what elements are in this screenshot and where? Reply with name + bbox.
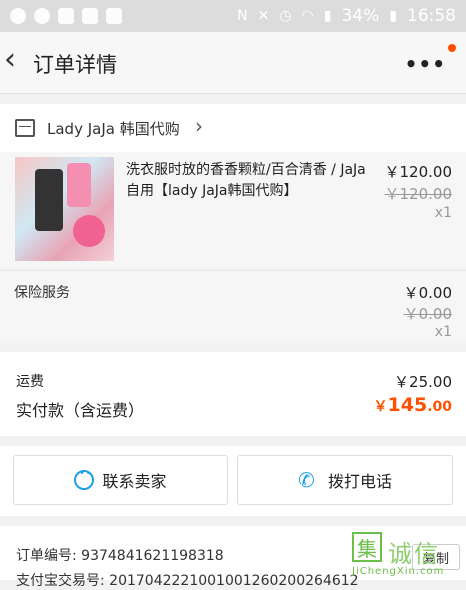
chat-icon <box>74 469 95 490</box>
paid-decimal: .00 <box>427 399 452 415</box>
nav-bar: ‹ 订单详情 ••• <box>0 32 466 94</box>
copy-button[interactable]: 复制 <box>412 544 460 570</box>
contact-seller-button[interactable]: 联系卖家 <box>13 455 228 505</box>
notification-dot <box>448 44 456 52</box>
app-notification-icon <box>34 8 50 24</box>
alipay-trade-number: 支付宝交易号: 2017042221001001260200264612 <box>16 573 359 589</box>
app-notification-icon <box>10 8 26 24</box>
call-button[interactable]: ✆ 拨打电话 <box>237 455 453 505</box>
signal-icon: ▮ <box>323 8 332 24</box>
battery-percent: 34% <box>341 6 380 26</box>
product-thumbnail[interactable] <box>15 157 114 261</box>
insurance-row: 保险服务 ￥0.00 ￥0.00 x1 <box>0 270 466 343</box>
action-bar: 联系卖家 ✆ 拨打电话 <box>0 446 466 516</box>
more-icon[interactable]: ••• <box>405 52 446 76</box>
alarm-icon: ◷ <box>279 8 292 24</box>
order-total: 运费 ￥25.00 实付款（含运费） ￥145.00 <box>0 352 466 436</box>
paid-label: 实付款（含运费） <box>16 401 145 420</box>
product-original-price: ￥120.00 <box>384 185 453 203</box>
status-bar-right: N ✕ ◷ ◠ ▮ 34% ▮ 16:58 <box>237 6 456 26</box>
paid-currency: ￥ <box>373 399 388 415</box>
product-price: ￥120.00 <box>384 163 453 181</box>
insurance-price: ￥0.00 <box>403 284 452 302</box>
mute-icon: ✕ <box>257 8 270 24</box>
battery-icon: ▮ <box>389 8 397 24</box>
insurance-quantity: x1 <box>434 324 452 340</box>
shop-icon <box>15 119 35 137</box>
order-item[interactable]: 洗衣服时放的香香颗粒/百合清香 / JaJa自用【lady JaJa韩国代购】 … <box>0 152 466 268</box>
insurance-label: 保险服务 <box>14 285 70 301</box>
shop-row[interactable]: Lady JaJa 韩国代购 › <box>0 104 466 153</box>
product-title: 洗衣服时放的香香颗粒/百合清香 / JaJa自用【lady JaJa韩国代购】 <box>126 162 366 199</box>
wifi-icon: ◠ <box>301 8 314 24</box>
clock: 16:58 <box>407 6 456 26</box>
call-label: 拨打电话 <box>327 472 392 491</box>
nfc-icon: N <box>237 8 248 24</box>
insurance-original-price: ￥0.00 <box>403 305 452 323</box>
status-bar: N ✕ ◷ ◠ ▮ 34% ▮ 16:58 <box>0 0 466 32</box>
shipping-value: ￥25.00 <box>394 373 452 391</box>
paid-integer: 145 <box>387 394 428 416</box>
taobao-icon <box>82 8 98 24</box>
contact-seller-label: 联系卖家 <box>102 472 167 491</box>
shipping-label: 运费 <box>16 374 44 390</box>
phone-icon: ✆ <box>297 468 315 492</box>
back-icon[interactable]: ‹ <box>4 45 16 75</box>
download-icon <box>106 8 122 24</box>
image-icon <box>58 8 74 24</box>
product-quantity: x1 <box>434 205 452 221</box>
chevron-right-icon: › <box>195 114 203 138</box>
order-number: 订单编号: 9374841621198318 <box>16 548 224 564</box>
page-title: 订单详情 <box>33 53 117 77</box>
shop-name[interactable]: Lady JaJa 韩国代购 <box>47 118 180 139</box>
paid-amount: ￥145.00 <box>374 394 452 416</box>
status-bar-left <box>10 8 122 24</box>
order-info: 订单编号: 9374841621198318 支付宝交易号: 201704222… <box>0 526 466 589</box>
